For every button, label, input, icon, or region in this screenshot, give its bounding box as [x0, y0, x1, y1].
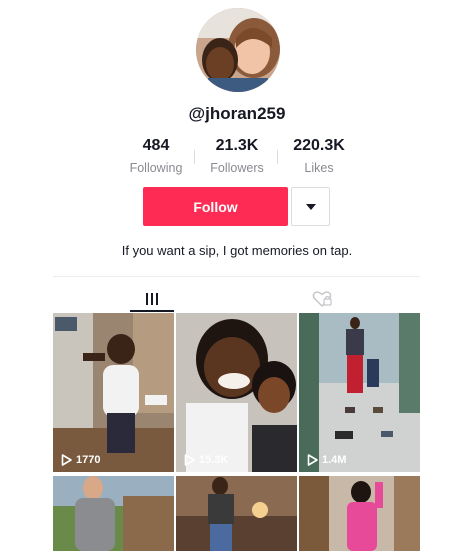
profile-avatar[interactable]: [196, 8, 280, 92]
play-icon: [307, 454, 318, 466]
likes-label: Likes: [304, 161, 334, 175]
video-thumbnail-image: [299, 313, 420, 472]
view-count-text: 1770: [76, 454, 101, 466]
video-grid: 1770 15.3K 1.4M: [53, 313, 420, 551]
profile-stats: 484 Following 21.3K Followers 220.3K Lik…: [0, 137, 474, 177]
video-thumbnail[interactable]: 15.3K: [176, 313, 297, 472]
follow-button[interactable]: Follow: [143, 187, 288, 226]
video-thumbnail[interactable]: [176, 476, 297, 551]
play-icon: [184, 454, 195, 466]
video-thumbnail[interactable]: [53, 476, 174, 551]
stats-divider: [277, 150, 278, 164]
view-count: 15.3K: [184, 454, 228, 466]
stats-divider: [194, 150, 195, 164]
view-count-text: 1.4M: [322, 454, 347, 466]
play-icon: [61, 454, 72, 466]
section-divider: [53, 276, 420, 277]
likes-count: 220.3K: [293, 137, 345, 154]
stat-likes: 220.3K Likes: [269, 137, 369, 175]
liked-heart-icon: [312, 291, 332, 307]
avatar-photo: [196, 8, 280, 92]
video-thumbnail-image: [53, 313, 174, 472]
more-options-button[interactable]: [291, 187, 330, 226]
username: @jhoran259: [188, 104, 286, 123]
video-thumbnail[interactable]: 1770: [53, 313, 174, 472]
video-thumbnail-image: [176, 476, 297, 551]
video-thumbnail-image: [299, 476, 420, 551]
active-tab-indicator: [130, 310, 174, 312]
video-thumbnail[interactable]: [299, 476, 420, 551]
profile-bio: If you want a sip, I got memories on tap…: [121, 243, 353, 258]
video-thumbnail[interactable]: 1.4M: [299, 313, 420, 472]
video-thumbnail-image: [53, 476, 174, 551]
tab-liked[interactable]: [300, 285, 344, 313]
video-thumbnail-image: [176, 313, 297, 472]
caret-down-icon: [305, 203, 316, 210]
grid-icon: [146, 293, 158, 305]
view-count: 1.4M: [307, 454, 346, 466]
view-count: 1770: [61, 454, 100, 466]
view-count-text: 15.3K: [199, 454, 229, 466]
tab-videos[interactable]: [130, 285, 174, 313]
